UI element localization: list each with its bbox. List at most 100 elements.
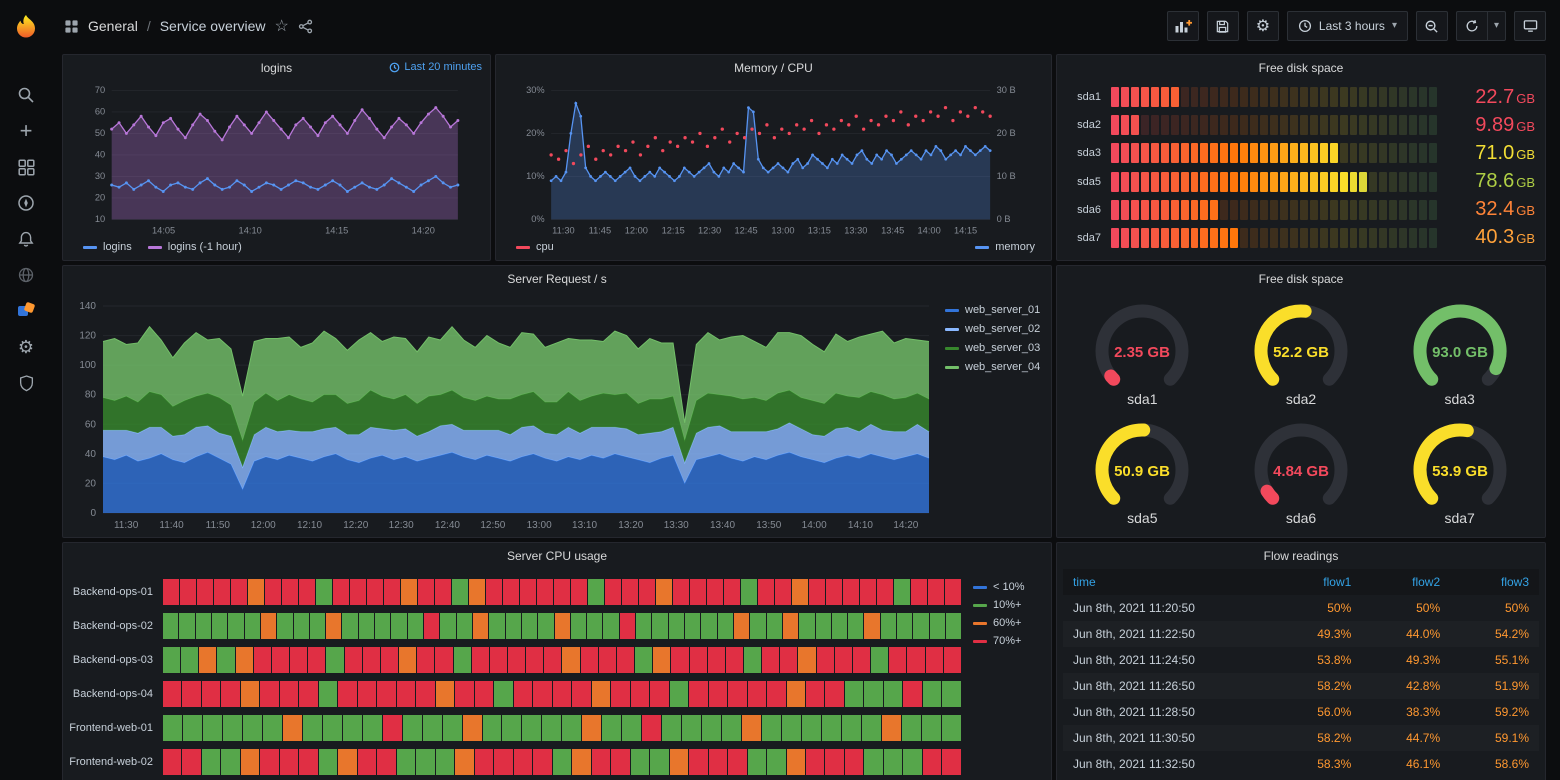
status-cell [758, 579, 774, 605]
column-header-time[interactable]: time [1063, 569, 1272, 595]
led-cell [1350, 172, 1358, 192]
panel-title-free-disk-gauges[interactable]: Free disk space [1057, 266, 1545, 292]
status-cell [881, 613, 896, 639]
tv-mode-button[interactable] [1514, 11, 1546, 41]
led-cell [1111, 87, 1119, 107]
breadcrumb-section[interactable]: General [88, 18, 138, 34]
led-cell [1131, 143, 1139, 163]
configuration-gear-icon[interactable]: ⚙ [0, 329, 52, 365]
status-cell [620, 613, 635, 639]
led-cell [1389, 87, 1397, 107]
led-cell [1270, 143, 1278, 163]
led-cell [1220, 172, 1228, 192]
column-header-flow3[interactable]: flow3 [1450, 569, 1539, 595]
led-cell [1290, 228, 1298, 248]
svg-text:12:50: 12:50 [480, 520, 505, 531]
search-icon[interactable] [0, 77, 52, 113]
led-cell [1220, 115, 1228, 135]
status-cell [582, 715, 601, 741]
panel-title-flow-readings[interactable]: Flow readings [1057, 543, 1545, 569]
svg-text:14:00: 14:00 [918, 225, 941, 235]
led-cell [1369, 172, 1377, 192]
plugin-app-icon[interactable] [0, 293, 52, 329]
breadcrumb-page[interactable]: Service overview [160, 18, 266, 34]
dashboards-icon[interactable] [0, 149, 52, 185]
status-cell [762, 715, 781, 741]
status-cell [319, 681, 337, 707]
panel-title-text: Server Request / s [507, 272, 606, 286]
legend-item[interactable]: memory [975, 241, 1035, 253]
table-row[interactable]: Jun 8th, 2021 11:26:5058.2%42.8%51.9% [1063, 673, 1539, 699]
status-cell [223, 715, 242, 741]
grafana-logo-icon[interactable] [0, 8, 52, 48]
legend-item[interactable]: cpu [516, 241, 554, 253]
create-plus-icon[interactable]: + [0, 113, 52, 149]
table-row[interactable]: Jun 8th, 2021 11:22:5049.3%44.0%54.2% [1063, 621, 1539, 647]
table-row[interactable]: Jun 8th, 2021 11:28:5056.0%38.3%59.2% [1063, 699, 1539, 725]
refresh-interval-dropdown[interactable]: ▾ [1487, 12, 1505, 40]
status-cell [792, 579, 808, 605]
legend-item[interactable]: logins (-1 hour) [148, 241, 242, 253]
share-icon[interactable] [298, 19, 313, 34]
time-range-badge[interactable]: Last 20 minutes [389, 61, 482, 73]
table-row[interactable]: Jun 8th, 2021 11:20:5050%50%50% [1063, 595, 1539, 621]
status-cell [642, 715, 661, 741]
server-admin-shield-icon[interactable] [0, 365, 52, 401]
status-cell [685, 613, 700, 639]
column-header-flow2[interactable]: flow2 [1361, 569, 1450, 595]
panel-title-memory-cpu[interactable]: Memory / CPU [496, 55, 1051, 81]
legend-label: < 10% [993, 581, 1025, 593]
add-panel-button[interactable] [1167, 11, 1199, 41]
gear-glyph: ⚙ [18, 338, 34, 356]
panel-title-server-cpu-usage[interactable]: Server CPU usage [63, 543, 1051, 569]
legend-item[interactable]: 70%+ [973, 635, 1041, 647]
legend-item[interactable]: 10%+ [973, 599, 1041, 611]
refresh-button[interactable] [1457, 12, 1487, 40]
legend-item[interactable]: 60%+ [973, 617, 1041, 629]
led-cell [1111, 115, 1119, 135]
legend-item[interactable]: web_server_02 [945, 323, 1043, 335]
status-cell [180, 579, 196, 605]
explore-compass-icon[interactable] [0, 185, 52, 221]
zoom-out-button[interactable] [1416, 11, 1448, 41]
column-header-flow1[interactable]: flow1 [1272, 569, 1361, 595]
table-head: timeflow1flow2flow3 [1063, 569, 1539, 595]
panel-title-logins[interactable]: logins Last 20 minutes [63, 55, 490, 81]
dashboard-settings-button[interactable]: ⚙ [1247, 11, 1279, 41]
legend-item[interactable]: web_server_04 [945, 361, 1043, 373]
apps-grid-icon [64, 19, 79, 34]
led-cell [1389, 228, 1397, 248]
breadcrumb-separator: / [147, 18, 151, 34]
table-row[interactable]: Jun 8th, 2021 11:24:5053.8%49.3%55.1% [1063, 647, 1539, 673]
gear-glyph: ⚙ [1256, 16, 1270, 36]
led-cell [1171, 172, 1179, 192]
status-cell [248, 579, 264, 605]
status-cell [741, 579, 757, 605]
save-dashboard-button[interactable] [1207, 11, 1239, 41]
alerting-bell-icon[interactable] [0, 221, 52, 257]
globe-icon[interactable] [0, 257, 52, 293]
legend-item[interactable]: < 10% [973, 581, 1041, 593]
status-cell [260, 681, 278, 707]
led-cell [1290, 115, 1298, 135]
table-row[interactable]: Jun 8th, 2021 11:30:5058.2%44.7%59.1% [1063, 725, 1539, 751]
led-cell [1409, 172, 1417, 192]
legend-item[interactable]: logins [83, 241, 132, 253]
status-cell [254, 647, 271, 673]
cpu-usage-row: Frontend-web-01 [67, 715, 961, 741]
table-row[interactable]: Jun 8th, 2021 11:32:5058.3%46.1%58.6% [1063, 751, 1539, 777]
status-cell [391, 613, 406, 639]
led-cell [1300, 200, 1308, 220]
time-range-picker[interactable]: Last 3 hours ▾ [1287, 11, 1408, 41]
led-cell [1141, 87, 1149, 107]
panel-title-server-requests[interactable]: Server Request / s [63, 266, 1051, 292]
panel-title-text: Free disk space [1259, 272, 1344, 286]
disk-label: sda5 [1069, 176, 1101, 188]
legend-item[interactable]: web_server_03 [945, 342, 1043, 354]
panel-title-free-disk-bars[interactable]: Free disk space [1057, 55, 1545, 81]
flow-value-cell: 58.3% [1272, 751, 1361, 777]
status-cell [826, 579, 842, 605]
legend-item[interactable]: web_server_01 [945, 304, 1043, 316]
star-icon[interactable]: ☆ [275, 16, 289, 36]
led-cell [1340, 172, 1348, 192]
